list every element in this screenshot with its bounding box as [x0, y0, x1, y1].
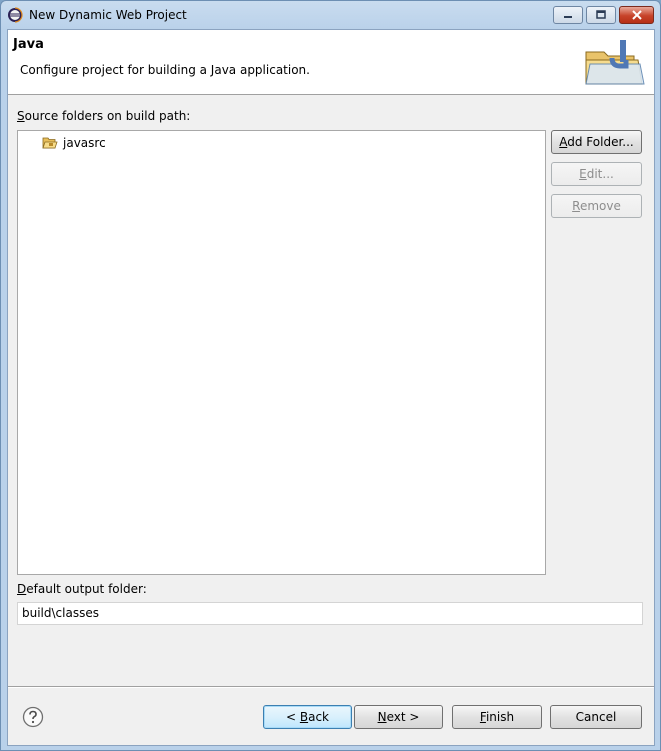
page-title: Java [13, 37, 44, 52]
dialog-window: New Dynamic Web Project Java Configure p… [0, 0, 661, 751]
source-folders-label-text: ource folders on build path: [24, 109, 191, 123]
close-icon [631, 10, 642, 20]
mnemonic-n: N [377, 710, 387, 724]
remove-label: emove [579, 199, 621, 213]
add-folder-label: dd Folder... [567, 135, 634, 149]
help-icon[interactable] [22, 706, 44, 728]
tree-item-label: javasrc [63, 136, 106, 150]
back-label: ack [308, 710, 329, 724]
output-folder-label: Default output folder: [17, 582, 147, 596]
finish-button[interactable]: Finish [452, 705, 542, 729]
close-button[interactable] [619, 6, 654, 24]
footer-separator [8, 686, 654, 688]
remove-button[interactable]: Remove [551, 194, 642, 218]
back-prefix: < [285, 710, 300, 724]
back-button[interactable]: < Back [263, 705, 352, 729]
java-folder-wizard-icon [585, 40, 645, 85]
cancel-button[interactable]: Cancel [550, 705, 642, 729]
mnemonic-e: E [579, 167, 587, 181]
output-folder-label-text: efault output folder: [26, 582, 147, 596]
mnemonic-r: R [572, 199, 580, 213]
package-folder-icon [42, 137, 58, 149]
edit-label: dit... [586, 167, 614, 181]
mnemonic-d: D [17, 582, 27, 596]
maximize-icon [596, 10, 606, 19]
mnemonic-s: S [17, 109, 25, 123]
eclipse-app-icon [8, 7, 23, 23]
output-folder-input[interactable]: build\classes [17, 602, 643, 625]
mnemonic-b: B [299, 710, 309, 724]
window-title: New Dynamic Web Project [29, 8, 187, 22]
next-label: ext > [386, 710, 420, 724]
finish-label: inish [485, 710, 515, 724]
wizard-header: Java Configure project for building a Ja… [8, 30, 654, 95]
source-folders-label: Source folders on build path: [17, 109, 190, 123]
next-button[interactable]: Next > [354, 705, 443, 729]
title-bar[interactable]: New Dynamic Web Project [1, 1, 660, 29]
minimize-icon [564, 16, 572, 18]
maximize-button[interactable] [586, 6, 616, 24]
source-folders-tree[interactable]: javasrc [17, 130, 546, 575]
page-description: Configure project for building a Java ap… [20, 63, 310, 77]
edit-button[interactable]: Edit... [551, 162, 642, 186]
tree-item-javasrc[interactable]: javasrc [42, 134, 106, 152]
minimize-button[interactable] [553, 6, 583, 24]
dialog-client: Java Configure project for building a Ja… [7, 29, 655, 746]
add-folder-button[interactable]: Add Folder... [551, 130, 642, 154]
